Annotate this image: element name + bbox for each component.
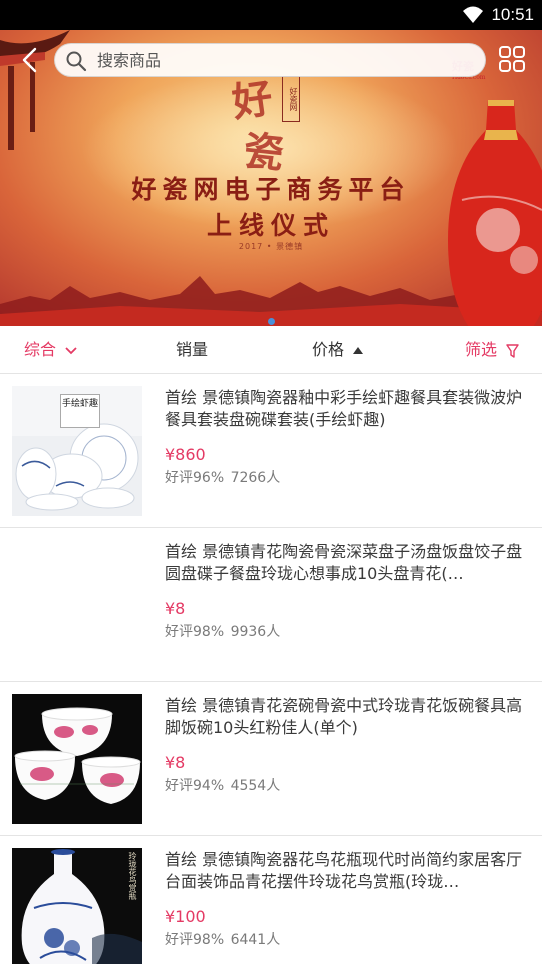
carousel-indicator (0, 310, 542, 325)
status-bar: 10:51 (0, 0, 542, 30)
sort-sales-label: 销量 (176, 340, 209, 359)
banner-title-line2: 上线仪式 (206, 211, 335, 240)
search-input[interactable]: 搜索商品 (54, 43, 486, 77)
product-buyer-count: 6441人 (230, 932, 281, 948)
grid-icon[interactable] (498, 45, 526, 73)
carousel-dot-active[interactable] (267, 318, 275, 325)
product-item[interactable]: 玲珑花鸟赏瓶 首绘 景德镇陶瓷器花鸟花瓶现代时尚简约家居客厅台面装饰品青花摆件玲… (0, 836, 542, 964)
product-item[interactable]: 手绘虾趣 首绘 景德镇陶瓷器釉中彩手绘虾趣餐具套装微波炉餐具套装盘碗碟套装(手绘… (0, 374, 542, 528)
product-name[interactable]: 首绘 景德镇陶瓷器釉中彩手绘虾趣餐具套装微波炉餐具套装盘碗碟套装(手绘虾趣) (165, 387, 525, 431)
product-thumbnail[interactable] (12, 694, 142, 824)
product-price: ¥8 (165, 753, 186, 772)
product-buyer-count: 4554人 (230, 778, 281, 794)
chevron-down-icon (65, 346, 77, 354)
product-name[interactable]: 首绘 景德镇青花瓷碗骨瓷中式玲珑青花饭碗餐具高脚饭碗10头红粉佳人(单个) (165, 695, 525, 739)
sort-price[interactable]: 价格 (312, 340, 364, 360)
pink-bowls-image (12, 694, 142, 824)
product-rating: 好评98% 6441人 (165, 930, 280, 950)
product-rating-percent: 好评94% (165, 778, 225, 794)
product-thumbnail[interactable]: 玲珑花鸟赏瓶 (12, 848, 142, 964)
search-placeholder: 搜索商品 (97, 51, 162, 70)
product-rating-percent: 好评98% (165, 624, 225, 640)
chevron-left-icon[interactable] (18, 46, 42, 74)
product-item[interactable]: 首绘 景德镇青花瓷碗骨瓷中式玲珑青花饭碗餐具高脚饭碗10头红粉佳人(单个) ¥8… (0, 682, 542, 836)
product-rating: 好评94% 4554人 (165, 776, 280, 796)
product-price: ¥860 (165, 445, 206, 464)
sort-sales[interactable]: 销量 (176, 340, 208, 360)
product-rating-percent: 好评96% (165, 470, 225, 486)
product-buyer-count: 7266人 (230, 470, 281, 486)
product-buyer-count: 9936人 (230, 624, 281, 640)
banner-title-line1: 好瓷网电子商务平台 (131, 175, 411, 204)
product-rating: 好评98% 9936人 (165, 622, 280, 642)
product-price: ¥100 (165, 907, 206, 926)
product-thumbnail[interactable]: 手绘虾趣 (12, 386, 142, 516)
filter-button[interactable]: 筛选 (465, 340, 519, 360)
search-icon (66, 51, 87, 72)
status-time: 10:51 (491, 5, 534, 24)
product-rating: 好评96% 7266人 (165, 468, 280, 488)
product-rating-percent: 好评98% (165, 932, 225, 948)
product-item[interactable]: 首绘 景德镇青花陶瓷骨瓷深菜盘子汤盘饭盘饺子盘圆盘碟子餐盘玲珑心想事成10头盘青… (0, 528, 542, 682)
product-name[interactable]: 首绘 景德镇陶瓷器花鸟花瓶现代时尚简约家居客厅台面装饰品青花摆件玲珑花鸟赏瓶(玲… (165, 849, 525, 893)
product-list: 手绘虾趣 首绘 景德镇陶瓷器釉中彩手绘虾趣餐具套装微波炉餐具套装盘碗碟套装(手绘… (0, 374, 542, 964)
banner-caption: 2017 • 景德镇 (238, 242, 304, 251)
sort-filter-bar: 综合 销量 价格 筛选 (0, 326, 542, 374)
product-name[interactable]: 首绘 景德镇青花陶瓷骨瓷深菜盘子汤盘饭盘饺子盘圆盘碟子餐盘玲珑心想事成10头盘青… (165, 541, 525, 585)
funnel-icon (506, 343, 519, 358)
product-price: ¥8 (165, 599, 186, 618)
thumb-label: 手绘虾趣 (60, 394, 100, 428)
sort-comprehensive-label: 综合 (24, 340, 57, 359)
sort-comprehensive[interactable]: 综合 (24, 340, 77, 360)
filter-label: 筛选 (465, 340, 498, 359)
banner-seal: 好瓷网 (282, 76, 300, 122)
sort-price-label: 价格 (312, 340, 345, 359)
triangle-up-icon (353, 347, 364, 354)
thumb-label: 玲珑花鸟赏瓶 (128, 852, 137, 900)
wifi-icon (463, 6, 483, 23)
product-thumbnail-empty[interactable] (12, 540, 142, 670)
